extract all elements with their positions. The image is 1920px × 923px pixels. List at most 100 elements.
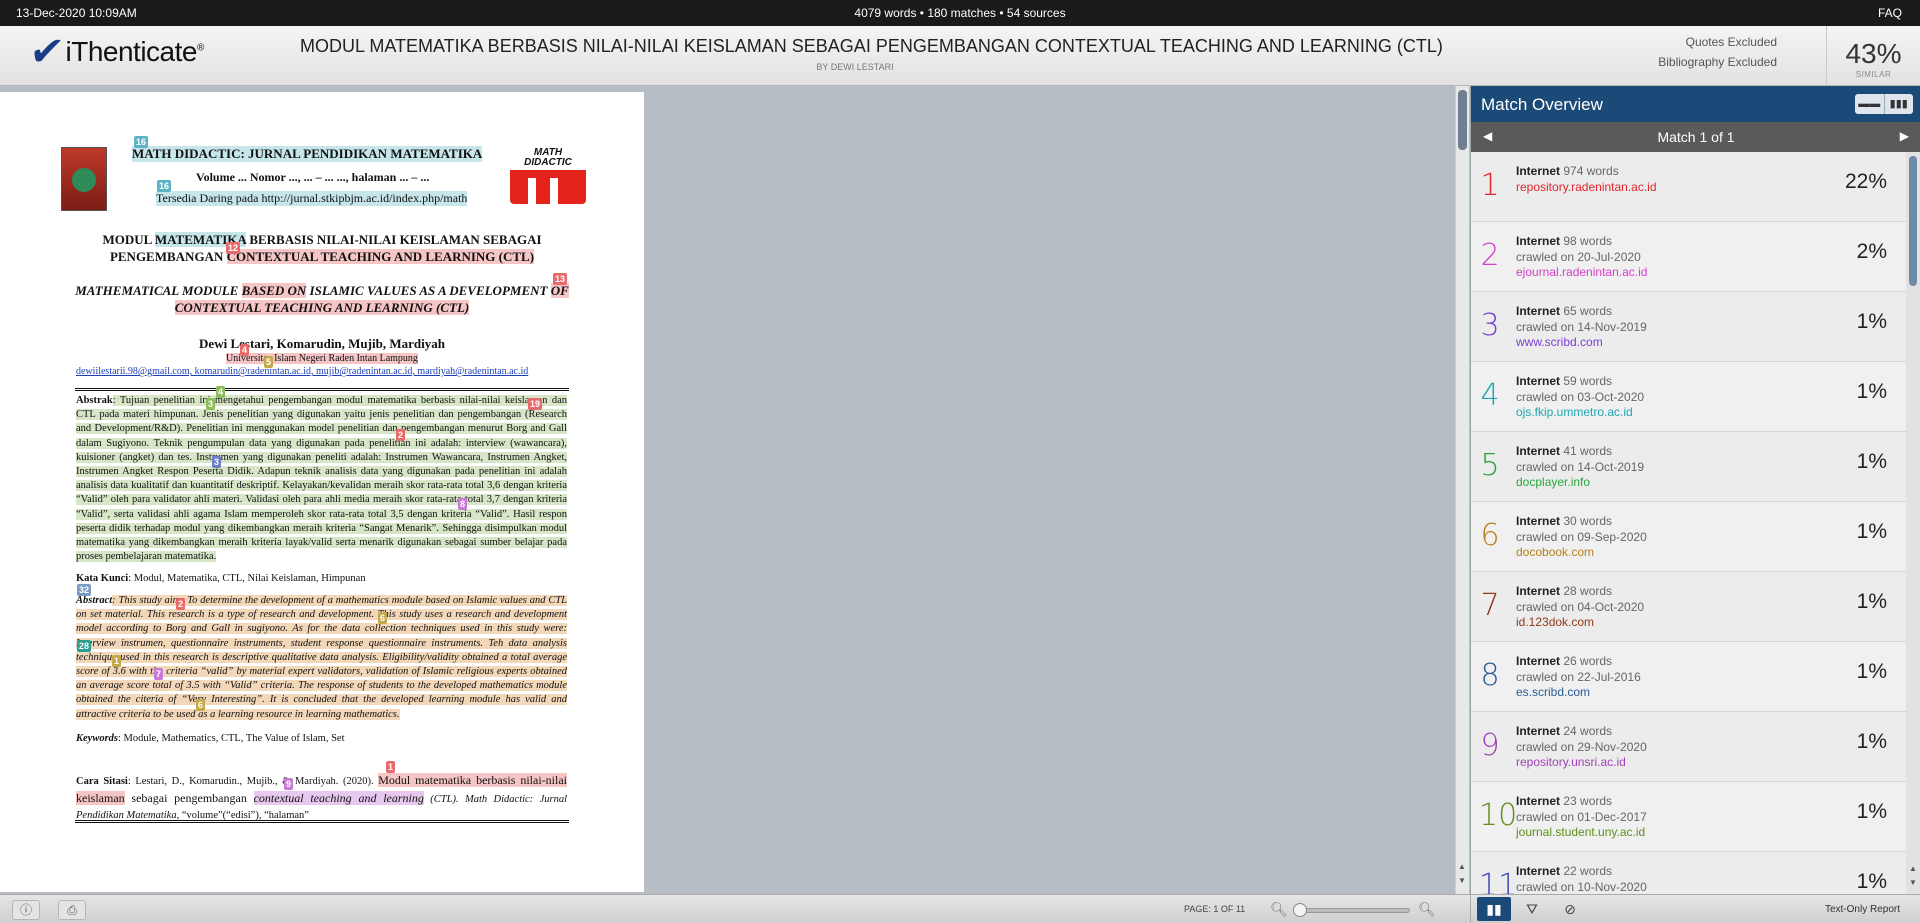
match-tag[interactable]: 4: [240, 344, 250, 356]
match-url[interactable]: repository.unsri.ac.id: [1516, 755, 1626, 769]
match-crawled-date: crawled on 14-Nov-2019: [1516, 320, 1647, 334]
match-crawled-date: crawled on 04-Oct-2020: [1516, 600, 1645, 614]
match-tag[interactable]: 1: [112, 655, 122, 667]
view-toggle[interactable]: ▬▬ ▮▮▮: [1855, 94, 1913, 114]
zoom-slider-handle[interactable]: [1293, 903, 1307, 917]
match-word-count: 30 words: [1563, 514, 1613, 528]
match-percentage: 2%: [1856, 240, 1887, 263]
document-author: BY DEWI LESTARI: [816, 62, 894, 72]
match-url[interactable]: docplayer.info: [1516, 475, 1590, 489]
match-url[interactable]: journal.student.uny.ac.id: [1516, 825, 1645, 839]
match-tag[interactable]: 16: [134, 136, 149, 148]
match-source: Internet 974 words: [1516, 164, 1619, 178]
math-didactic-logo: MATH DIDACTIC: [506, 148, 590, 210]
match-tag[interactable]: 3: [212, 456, 222, 468]
print-icon[interactable]: ⎙: [58, 900, 86, 920]
similarity-score: 43% SIMILAR: [1826, 26, 1920, 86]
match-item[interactable]: 3 Internet 65 words crawled on 14-Nov-2019…: [1471, 292, 1907, 362]
match-tag[interactable]: 8: [458, 498, 468, 510]
match-tag[interactable]: 7: [154, 668, 164, 680]
match-item[interactable]: 11 Internet 22 words crawled on 10-Nov-202…: [1471, 852, 1907, 894]
paper-emails[interactable]: dewiilestarii.98@gmail.com, komarudin@ra…: [76, 366, 528, 377]
document-scrollbar[interactable]: ▲ ▼: [1455, 86, 1469, 894]
faq-link[interactable]: FAQ: [1878, 6, 1902, 20]
quotes-excluded-label: Quotes Excluded: [1685, 35, 1777, 49]
match-list: 1 Internet 974 words repository.radenintan…: [1471, 152, 1907, 894]
match-crawled-date: crawled on 09-Sep-2020: [1516, 530, 1647, 544]
match-word-count: 65 words: [1563, 304, 1613, 318]
match-url[interactable]: ejournal.radenintan.ac.id: [1516, 265, 1647, 279]
match-tag[interactable]: 9: [284, 778, 294, 790]
zoom-out-icon[interactable]: 🔍︎: [1270, 901, 1288, 918]
zoom-slider[interactable]: [1293, 903, 1410, 917]
match-tag[interactable]: 4: [216, 386, 226, 398]
keywords-paragraph: Keywords: Module, Mathematics, CTL, The …: [76, 733, 345, 744]
divider: [75, 388, 569, 392]
match-url[interactable]: id.123dok.com: [1516, 615, 1594, 629]
match-tag[interactable]: 6: [378, 612, 388, 624]
document-scrollbar-thumb[interactable]: [1458, 90, 1467, 150]
match-item[interactable]: 1 Internet 974 words repository.radenintan…: [1471, 152, 1907, 222]
match-url[interactable]: repository.radenintan.ac.id: [1516, 180, 1657, 194]
match-tag[interactable]: 13: [553, 273, 568, 285]
match-tag[interactable]: 32: [77, 584, 92, 596]
match-crawled-date: crawled on 03-Oct-2020: [1516, 390, 1645, 404]
match-item[interactable]: 5 Internet 41 words crawled on 14-Oct-2019…: [1471, 432, 1907, 502]
match-item[interactable]: 10 Internet 23 words crawled on 01-Dec-201…: [1471, 782, 1907, 852]
document-page[interactable]: MATH DIDACTIC MATH DIDACTIC: JURNAL PEND…: [0, 92, 644, 892]
scroll-up-arrow-icon[interactable]: ▲: [1909, 864, 1917, 873]
match-word-count: 23 words: [1563, 794, 1613, 808]
match-list-scrollbar-thumb[interactable]: [1909, 156, 1917, 286]
bar-chart-icon[interactable]: ▮▮: [1477, 897, 1511, 921]
filter-icon[interactable]: ⛛: [1515, 897, 1549, 921]
match-url[interactable]: es.scribd.com: [1516, 685, 1590, 699]
bar-view-icon[interactable]: ▮▮▮: [1885, 94, 1914, 114]
match-nav-label: Match 1 of 1: [1657, 129, 1735, 145]
match-number: 4: [1480, 378, 1500, 413]
match-item[interactable]: 7 Internet 28 words crawled on 04-Oct-2020…: [1471, 572, 1907, 642]
exclude-icon[interactable]: ⊘: [1553, 897, 1587, 921]
next-match-icon[interactable]: ▶: [1900, 129, 1909, 143]
info-icon[interactable]: ⓘ: [12, 900, 40, 920]
scroll-down-arrow-icon[interactable]: ▼: [1458, 876, 1466, 885]
match-tag[interactable]: 3: [206, 398, 216, 410]
match-source: Internet 59 words: [1516, 374, 1613, 388]
journal-volume: Volume ... Nomor ..., ... – ... ..., hal…: [196, 170, 430, 184]
match-word-count: 26 words: [1563, 654, 1613, 668]
match-item[interactable]: 9 Internet 24 words crawled on 29-Nov-2020…: [1471, 712, 1907, 782]
bibliography-excluded-label: Bibliography Excluded: [1658, 55, 1777, 69]
text-only-report-link[interactable]: Text-Only Report: [1825, 904, 1900, 915]
paper-title-line-2: PENGEMBANGAN CONTEXTUAL TEACHING AND LEA…: [109, 249, 535, 264]
match-tag[interactable]: 12: [226, 242, 241, 254]
match-item[interactable]: 6 Internet 30 words crawled on 09-Sep-2020…: [1471, 502, 1907, 572]
list-view-icon[interactable]: ▬▬: [1855, 94, 1885, 114]
scroll-down-arrow-icon[interactable]: ▼: [1909, 878, 1917, 887]
mj-logo-shape: [510, 170, 586, 204]
match-number: 1: [1480, 168, 1500, 203]
match-tag[interactable]: 1: [386, 761, 396, 773]
match-source: Internet 65 words: [1516, 304, 1613, 318]
match-tag[interactable]: 16: [157, 180, 172, 192]
match-tag[interactable]: 2: [176, 598, 186, 610]
report-header: ✔ iThenticate® MODUL MATEMATIKA BERBASIS…: [0, 26, 1920, 86]
match-tag[interactable]: 2: [396, 429, 406, 441]
match-list-scrollbar[interactable]: ▲ ▼: [1906, 152, 1920, 894]
match-url[interactable]: docobook.com: [1516, 545, 1594, 559]
match-item[interactable]: 4 Internet 59 words crawled on 03-Oct-2020…: [1471, 362, 1907, 432]
zoom-in-icon[interactable]: 🔍︎: [1418, 901, 1436, 918]
check-logo-icon: ✔: [26, 30, 67, 74]
match-url[interactable]: www.scribd.com: [1516, 335, 1603, 349]
match-tag[interactable]: 19: [528, 398, 543, 410]
match-crawled-date: crawled on 14-Oct-2019: [1516, 460, 1645, 474]
match-item[interactable]: 8 Internet 26 words crawled on 22-Jul-2016…: [1471, 642, 1907, 712]
match-url[interactable]: ojs.fkip.ummetro.ac.id: [1516, 405, 1633, 419]
match-tag[interactable]: 6: [196, 699, 206, 711]
match-source: Internet 30 words: [1516, 514, 1613, 528]
match-word-count: 24 words: [1563, 724, 1613, 738]
match-item[interactable]: 2 Internet 98 words crawled on 20-Jul-2020…: [1471, 222, 1907, 292]
scroll-up-arrow-icon[interactable]: ▲: [1458, 862, 1466, 871]
bottom-toolbar: ⓘ ⎙ PAGE: 1 OF 11 🔍︎ 🔍︎ ▮▮ ⛛ ⊘ Text-Only…: [0, 894, 1920, 923]
match-tag[interactable]: 5: [264, 356, 274, 368]
match-crawled-date: crawled on 01-Dec-2017: [1516, 810, 1647, 824]
match-tag[interactable]: 28: [77, 640, 92, 652]
